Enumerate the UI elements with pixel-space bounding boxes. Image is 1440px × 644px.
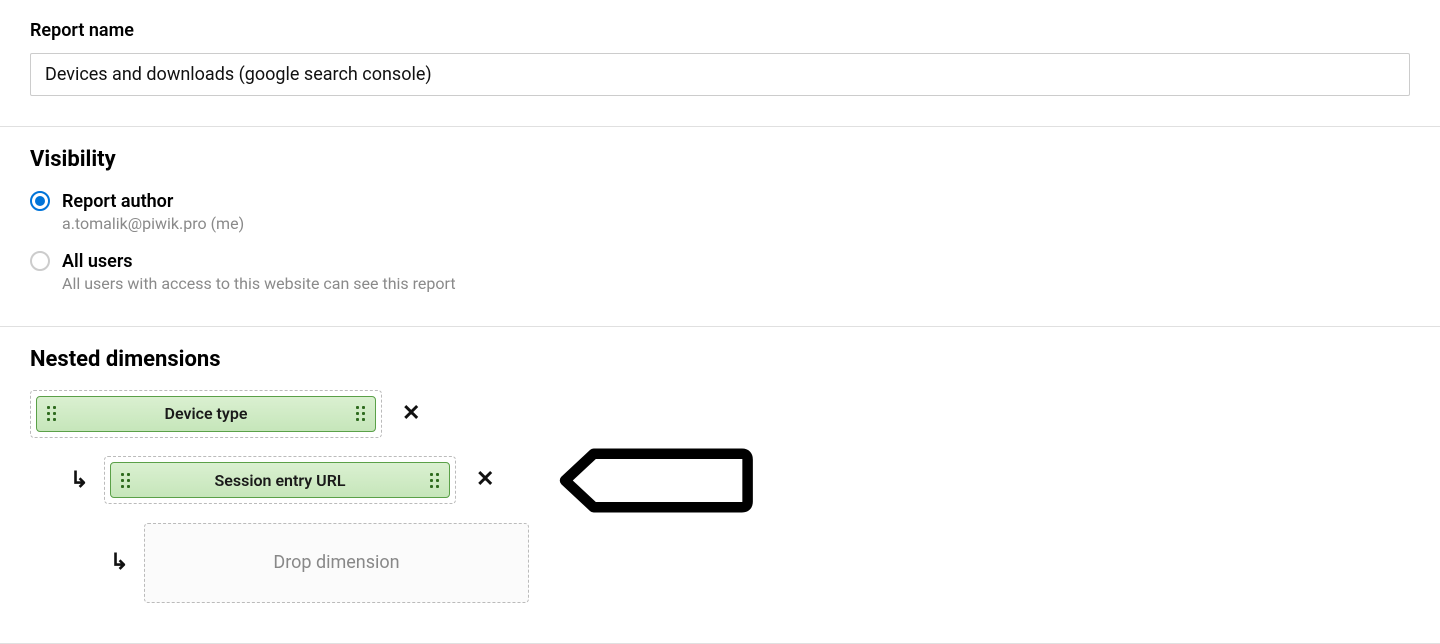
drop-dimension-zone[interactable]: Drop dimension <box>144 523 529 603</box>
visibility-heading: Visibility <box>30 147 1410 172</box>
visibility-radio-group: Report author a.tomalik@piwik.pro (me) A… <box>30 190 1410 296</box>
dimension-row-level2: ↳ Session entry URL ✕ <box>70 448 1410 513</box>
radio-text: All users All users with access to this … <box>62 250 456 296</box>
drag-grip-icon[interactable] <box>430 473 439 488</box>
dimension-chip-device-type[interactable]: Device type <box>36 396 376 432</box>
remove-dimension-icon[interactable]: ✕ <box>476 469 494 491</box>
dimension-row-dropzone: ↳ Drop dimension <box>110 523 1410 603</box>
report-name-label: Report name <box>30 20 1410 41</box>
dimension-slot-level1[interactable]: Device type <box>30 390 382 438</box>
drag-grip-icon[interactable] <box>356 406 365 421</box>
dimension-chip-label: Device type <box>56 404 356 423</box>
drag-grip-icon[interactable] <box>47 406 56 421</box>
drag-grip-icon[interactable] <box>121 473 130 488</box>
visibility-option-allusers[interactable]: All users All users with access to this … <box>30 250 1410 296</box>
radio-sub: a.tomalik@piwik.pro (me) <box>62 213 244 235</box>
radio-text: Report author a.tomalik@piwik.pro (me) <box>62 190 244 236</box>
annotation-arrow-icon <box>529 448 754 513</box>
visibility-option-author[interactable]: Report author a.tomalik@piwik.pro (me) <box>30 190 1410 236</box>
nested-dimensions-heading: Nested dimensions <box>30 347 1410 372</box>
dimension-chip-label: Session entry URL <box>130 471 430 490</box>
dimension-row-level1: Device type ✕ <box>30 390 1410 438</box>
radio-icon <box>30 251 50 271</box>
drop-dimension-label: Drop dimension <box>273 552 399 573</box>
visibility-section: Visibility Report author a.tomalik@piwik… <box>0 127 1440 327</box>
radio-title: All users <box>62 250 456 273</box>
dimension-slot-level2[interactable]: Session entry URL <box>104 456 456 504</box>
nested-dimensions-section: Nested dimensions Device type ✕ ↳ <box>0 327 1440 644</box>
dimension-chip-session-entry-url[interactable]: Session entry URL <box>110 462 450 498</box>
report-name-input[interactable] <box>30 53 1410 96</box>
remove-dimension-icon[interactable]: ✕ <box>402 403 420 425</box>
radio-title: Report author <box>62 190 244 213</box>
radio-icon <box>30 191 50 211</box>
sub-level-arrow-icon: ↳ <box>110 550 134 575</box>
sub-level-arrow-icon: ↳ <box>70 468 94 493</box>
report-name-section: Report name <box>0 0 1440 127</box>
radio-sub: All users with access to this website ca… <box>62 273 456 295</box>
